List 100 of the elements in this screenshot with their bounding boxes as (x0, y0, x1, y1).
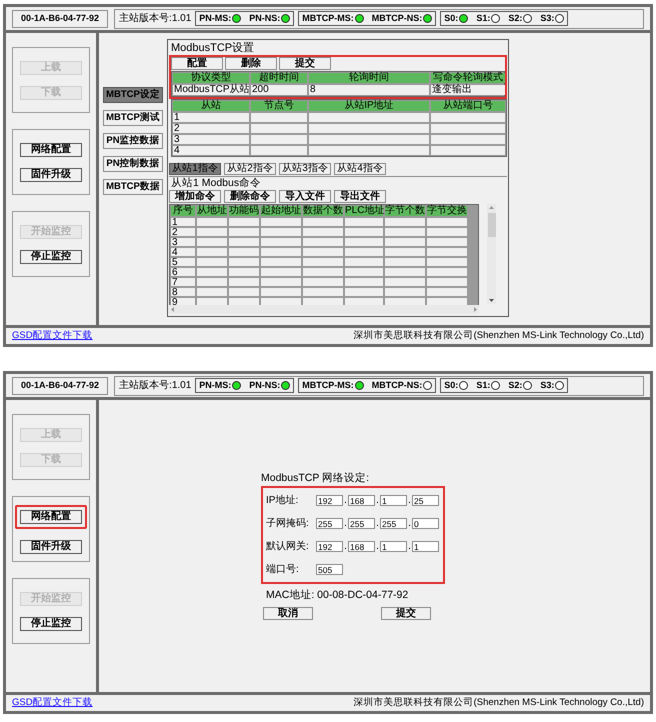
table-cell (303, 228, 343, 236)
scroll-down-icon[interactable] (489, 299, 494, 302)
input-field[interactable]: 168 (348, 541, 375, 552)
nav-tab[interactable]: PN控制数据 (103, 156, 163, 172)
toolbar-button[interactable]: 删除 (225, 57, 277, 70)
form-button[interactable]: 取消 (263, 607, 313, 620)
scroll-left-icon[interactable] (171, 307, 174, 312)
sidebar-button[interactable]: 固件升级 (20, 540, 82, 554)
table-cell: 1 (173, 113, 249, 122)
table-cell (197, 278, 227, 286)
separator-dot: . (375, 494, 380, 508)
input-field[interactable]: 25 (412, 495, 439, 506)
table-cell (427, 218, 467, 226)
table-cell (385, 248, 425, 256)
scroll-up-icon[interactable] (489, 206, 494, 209)
table-cell (251, 124, 307, 133)
table-cell (385, 228, 425, 236)
field-label: IP地址: (266, 494, 300, 508)
nav-tab[interactable]: MBTCP设定 (103, 87, 163, 103)
column-header: 序号 (171, 206, 195, 216)
input-field[interactable]: 255 (316, 518, 343, 529)
status-label: S3: (540, 12, 554, 25)
input-field[interactable]: 192 (316, 495, 343, 506)
input-field[interactable]: 1 (412, 541, 439, 552)
table-cell (385, 218, 425, 226)
input-field[interactable]: 255 (380, 518, 407, 529)
table-cell (251, 113, 307, 122)
table-cell (197, 268, 227, 276)
table-cell (385, 238, 425, 246)
nav-tab[interactable]: MBTCP数据 (103, 179, 163, 195)
sidebar-button[interactable]: 停止监控 (20, 250, 82, 264)
slave-tab[interactable]: 从站2指令 (224, 163, 276, 175)
separator-dot: . (343, 540, 348, 554)
input-field[interactable]: 255 (348, 518, 375, 529)
separator-dot: . (343, 517, 348, 531)
column-header: 写命令轮询模式 (431, 73, 505, 83)
mac-address: 00-1A-B6-04-77-92 (12, 10, 108, 28)
form-button[interactable]: 提交 (381, 607, 431, 620)
table-cell (345, 248, 383, 256)
table-cell (261, 288, 301, 296)
table-cell (197, 288, 227, 296)
sidebar-button[interactable]: 网络配置 (20, 142, 82, 156)
table-cell (303, 278, 343, 286)
table-cell (427, 238, 467, 246)
table-cell (229, 258, 259, 266)
table-cell (229, 238, 259, 246)
version-label: 主站版本号:1.01 (119, 378, 192, 393)
toolbar-button[interactable]: 配置 (171, 57, 223, 70)
input-field[interactable]: 168 (348, 495, 375, 506)
panel-title: ModbusTCP设置 (170, 41, 256, 55)
slave-tab[interactable]: 从站1指令 (169, 163, 221, 175)
scrollbar-thumb[interactable] (488, 213, 496, 237)
column-header: 起始地址 (261, 206, 301, 216)
slave-tab[interactable]: 从站4指令 (334, 163, 386, 175)
table-cell: 7 (171, 278, 195, 286)
sidebar-button[interactable]: 固件升级 (20, 168, 82, 182)
column-header: 字节个数 (385, 206, 425, 216)
input-field[interactable]: 1 (380, 541, 407, 552)
nav-tab[interactable]: MBTCP测试 (103, 110, 163, 126)
download-link[interactable]: GSD配置文件下载 (12, 696, 93, 710)
sidebar-button[interactable]: 网络配置 (20, 510, 82, 524)
table-cell (261, 278, 301, 286)
column-header: 从地址 (197, 206, 227, 216)
table-cell: 2 (173, 124, 249, 133)
scroll-right-icon[interactable] (474, 307, 477, 312)
toolbar-button[interactable]: 导入文件 (279, 190, 331, 203)
table-cell (345, 238, 383, 246)
table-cell (385, 288, 425, 296)
form-title: ModbusTCP 网络设定: (261, 471, 370, 486)
status-label: MBTCP-MS: (302, 378, 354, 392)
field-label: 默认网关: (266, 540, 310, 554)
table-cell (427, 228, 467, 236)
table-cell: 4 (173, 146, 249, 155)
slave-tab[interactable]: 从站3指令 (279, 163, 331, 175)
toolbar-button[interactable]: 提交 (279, 57, 331, 70)
nav-tab[interactable]: PN监控数据 (103, 133, 163, 149)
column-header: 从站端口号 (431, 101, 505, 111)
input-field[interactable]: 0 (412, 518, 439, 529)
table-cell (197, 238, 227, 246)
sidebar-button[interactable]: 停止监控 (20, 616, 82, 630)
table-cell (197, 248, 227, 256)
table-cell (229, 268, 259, 276)
status-label: MBTCP-NS: (372, 12, 422, 25)
table-cell (427, 278, 467, 286)
status-label: MBTCP-MS: (302, 12, 354, 25)
table-cell (229, 288, 259, 296)
table-cell (345, 258, 383, 266)
toolbar-button[interactable]: 增加命令 (169, 190, 221, 203)
input-field[interactable]: 1 (380, 495, 407, 506)
column-header: 轮询时间 (309, 73, 429, 83)
table-cell: 2 (171, 228, 195, 236)
status-label: S2: (508, 12, 522, 25)
table-cell (229, 218, 259, 226)
toolbar-button[interactable]: 导出文件 (334, 190, 386, 203)
input-field[interactable]: 505 (316, 564, 343, 575)
table-cell (345, 268, 383, 276)
input-field[interactable]: 192 (316, 541, 343, 552)
toolbar-button[interactable]: 删除命令 (224, 190, 276, 203)
table-cell (303, 238, 343, 246)
download-link[interactable]: GSD配置文件下载 (12, 328, 93, 344)
